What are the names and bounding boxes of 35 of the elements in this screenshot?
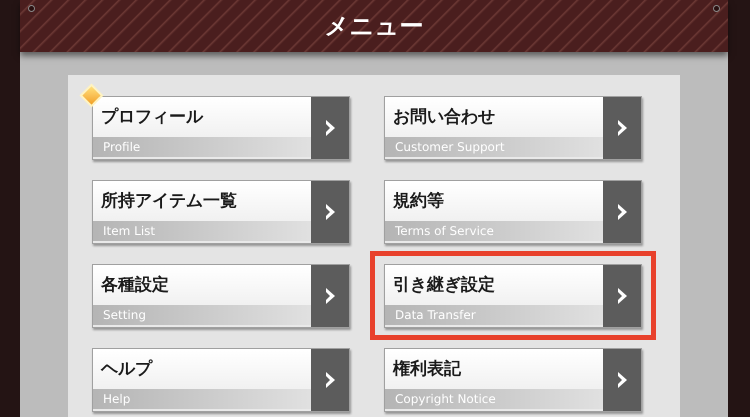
menu-label: 権利表記 [392,358,462,381]
menu-label: 所持アイテム一覧 [100,190,238,213]
menu-sublabel: Customer Support [385,137,603,157]
screw-icon [713,5,720,12]
chevron-right-icon [616,203,628,221]
menu-button[interactable]: 引き継ぎ設定 Data Transfer [384,264,642,328]
chevron-right-icon [616,119,628,137]
menu-label: お問い合わせ [392,106,496,129]
menu-label: プロフィール [100,106,204,129]
menu-button[interactable]: ヘルプ Help [92,348,350,412]
menu-sublabel: Profile [93,137,311,157]
menu-label: 各種設定 [100,274,170,297]
menu-sublabel: Help [93,389,311,409]
chevron-right-icon [616,287,628,305]
menu-button[interactable]: お問い合わせ Customer Support [384,96,642,160]
chevron-right-icon [324,119,336,137]
menu-label: 引き継ぎ設定 [392,274,496,297]
chevron-right-icon [324,371,336,389]
menu-sublabel: Data Transfer [385,305,603,325]
menu-button[interactable]: 規約等 Terms of Service [384,180,642,244]
menu-button[interactable]: プロフィール Profile [92,96,350,160]
chevron-right-icon [324,287,336,305]
menu-sublabel: Item List [93,221,311,241]
menu-button[interactable]: 各種設定 Setting [92,264,350,328]
menu-sublabel: Setting [93,305,311,325]
menu-label: 規約等 [392,190,445,213]
menu-sublabel: Copyright Notice [385,389,603,409]
screw-icon [28,5,35,12]
chevron-right-icon [324,203,336,221]
window-title: メニュー [324,11,424,42]
chevron-right-icon [616,371,628,389]
menu-button[interactable]: 権利表記 Copyright Notice [384,348,642,412]
menu-label: ヘルプ [100,358,154,381]
menu-button[interactable]: 所持アイテム一覧 Item List [92,180,350,244]
menu-sublabel: Terms of Service [385,221,603,241]
